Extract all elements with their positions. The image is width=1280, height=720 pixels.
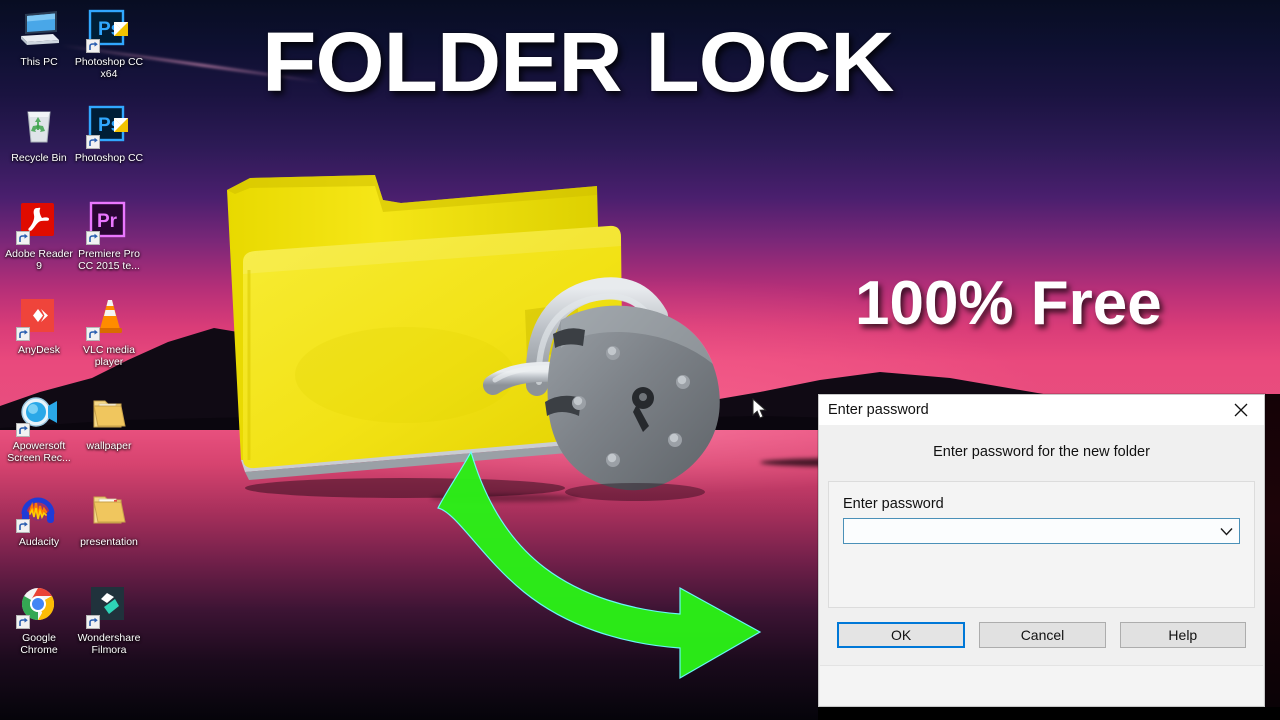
free-badge: 100% Free [855, 269, 1162, 338]
desktop-icon-label: Apowersoft Screen Rec... [7, 440, 71, 464]
ok-button[interactable]: OK [837, 622, 966, 648]
desktop-icon-grid[interactable]: This PC Ps Photoshop CC x64 Recycle Bin … [0, 4, 150, 720]
shortcut-arrow-icon [16, 615, 30, 629]
desktop-icon-photoshop-cc-x64[interactable]: Ps Photoshop CC x64 [74, 4, 144, 100]
cancel-button[interactable]: Cancel [979, 622, 1106, 648]
desktop-icon-recycle-bin[interactable]: Recycle Bin [4, 100, 74, 196]
dialog-right-backdrop [1265, 394, 1280, 707]
photoshop-icon: Ps [86, 8, 131, 53]
desktop-icon-label: Photoshop CC [74, 152, 144, 164]
adobe-reader-icon [16, 200, 61, 245]
chrome-icon [16, 584, 61, 629]
desktop-icon-adobe-reader-9[interactable]: Adobe Reader 9 [4, 196, 74, 292]
desktop-icon-label: VLC media player [83, 344, 135, 368]
password-combobox[interactable] [843, 518, 1240, 544]
premiere-pro-icon: Pr [86, 200, 131, 245]
filmora-icon [86, 584, 131, 629]
desktop[interactable]: This PC Ps Photoshop CC x64 Recycle Bin … [0, 0, 1280, 720]
desktop-icon-label: Adobe Reader 9 [5, 248, 73, 272]
desktop-icon-label: Wondershare Filmora [77, 632, 141, 656]
desktop-icon-premiere-pro[interactable]: Pr Premiere Pro CC 2015 te... [74, 196, 144, 292]
desktop-icon-label: This PC [20, 56, 58, 68]
folder-icon [87, 488, 131, 532]
dialog-heading: Enter password for the new folder [933, 444, 1150, 460]
shortcut-arrow-icon [16, 231, 30, 245]
desktop-icon-label: Google Chrome [20, 632, 58, 656]
desktop-icon-vlc-media-player[interactable]: VLC media player [74, 292, 144, 388]
shortcut-arrow-icon [86, 39, 100, 53]
photoshop-icon: Ps [86, 104, 131, 149]
dialog-title: Enter password [828, 402, 929, 418]
vlc-icon [86, 296, 131, 341]
password-field-group: Enter password [828, 481, 1255, 608]
enter-password-dialog[interactable]: Enter password Enter password for the ne… [818, 394, 1265, 707]
desktop-icon-label: presentation [80, 536, 138, 548]
desktop-icon-anydesk[interactable]: AnyDesk [4, 292, 74, 388]
desktop-icon-presentation-folder[interactable]: presentation [74, 484, 144, 580]
audacity-icon [16, 488, 61, 533]
desktop-icon-this-pc[interactable]: This PC [4, 4, 74, 100]
anydesk-icon [16, 296, 61, 341]
close-icon[interactable] [1218, 395, 1264, 425]
shortcut-arrow-icon [16, 327, 30, 341]
desktop-icon-label: Premiere Pro CC 2015 te... [78, 248, 140, 272]
desktop-icon-label: Photoshop CC x64 [74, 56, 144, 80]
bottom-black-bar [818, 707, 1280, 720]
computer-icon [17, 8, 61, 52]
curved-green-arrow-icon [430, 440, 820, 690]
desktop-icon-label: AnyDesk [17, 344, 60, 356]
desktop-icon-wallpaper-folder[interactable]: wallpaper [74, 388, 144, 484]
desktop-icon-wondershare-filmora[interactable]: Wondershare Filmora [74, 580, 144, 676]
mouse-cursor-icon [752, 397, 768, 420]
desktop-icon-audacity[interactable]: Audacity [4, 484, 74, 580]
desktop-icon-apowersoft-screen-recorder[interactable]: Apowersoft Screen Rec... [4, 388, 74, 484]
shortcut-arrow-icon [86, 231, 100, 245]
svg-text:Pr: Pr [97, 211, 118, 232]
password-field-label: Enter password [843, 496, 944, 512]
apowersoft-icon [16, 392, 61, 437]
desktop-icon-label: Recycle Bin [11, 152, 67, 164]
chevron-down-icon[interactable] [1213, 519, 1239, 543]
desktop-icon-google-chrome[interactable]: Google Chrome [4, 580, 74, 676]
shortcut-arrow-icon [86, 135, 100, 149]
shortcut-arrow-icon [86, 615, 100, 629]
shortcut-arrow-icon [16, 423, 30, 437]
shortcut-arrow-icon [16, 519, 30, 533]
desktop-icon-photoshop-cc[interactable]: Ps Photoshop CC [74, 100, 144, 196]
help-button[interactable]: Help [1119, 622, 1246, 648]
folder-icon [87, 392, 131, 436]
dialog-button-row: OK Cancel Help [828, 608, 1255, 648]
desktop-icon-label: wallpaper [86, 440, 132, 452]
desktop-icon-label: Audacity [18, 536, 60, 548]
shortcut-arrow-icon [86, 327, 100, 341]
dialog-footer [820, 665, 1263, 705]
recycle-bin-icon [17, 104, 61, 148]
password-input[interactable] [844, 519, 1213, 543]
page-title: FOLDER LOCK [262, 15, 894, 109]
dialog-body: Enter password for the new folder Enter … [819, 425, 1264, 648]
dialog-titlebar[interactable]: Enter password [819, 395, 1264, 425]
